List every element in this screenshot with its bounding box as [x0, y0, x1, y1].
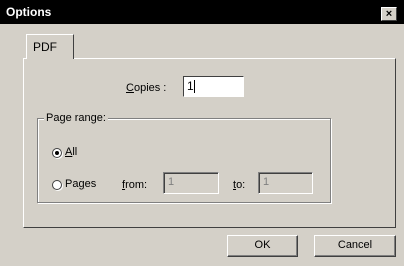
copies-label: Copies : [126, 82, 167, 94]
from-input[interactable]: 1 [163, 172, 219, 194]
from-label: from: [122, 179, 148, 191]
close-icon: × [385, 8, 393, 20]
tab-label: PDF [33, 40, 57, 54]
window-title: Options [6, 5, 52, 19]
to-value: 1 [263, 176, 270, 188]
radio-pages[interactable] [52, 180, 62, 190]
to-label: to: [233, 179, 246, 191]
ok-button[interactable]: OK [227, 235, 298, 257]
title-bar: Options × [0, 0, 404, 24]
radio-pages-label[interactable]: Pages [65, 178, 96, 190]
tab-pdf[interactable]: PDF [26, 34, 74, 59]
cancel-button[interactable]: Cancel [314, 235, 396, 257]
close-button[interactable]: × [381, 7, 397, 21]
page-range-label: Page range: [44, 112, 108, 124]
from-value: 1 [168, 176, 175, 188]
radio-all[interactable] [52, 148, 62, 158]
radio-all-label[interactable]: All [65, 146, 77, 158]
text-caret [193, 80, 195, 94]
to-input[interactable]: 1 [258, 172, 313, 194]
copies-input[interactable]: 1 [183, 76, 244, 97]
copies-value: 1 [187, 79, 194, 93]
